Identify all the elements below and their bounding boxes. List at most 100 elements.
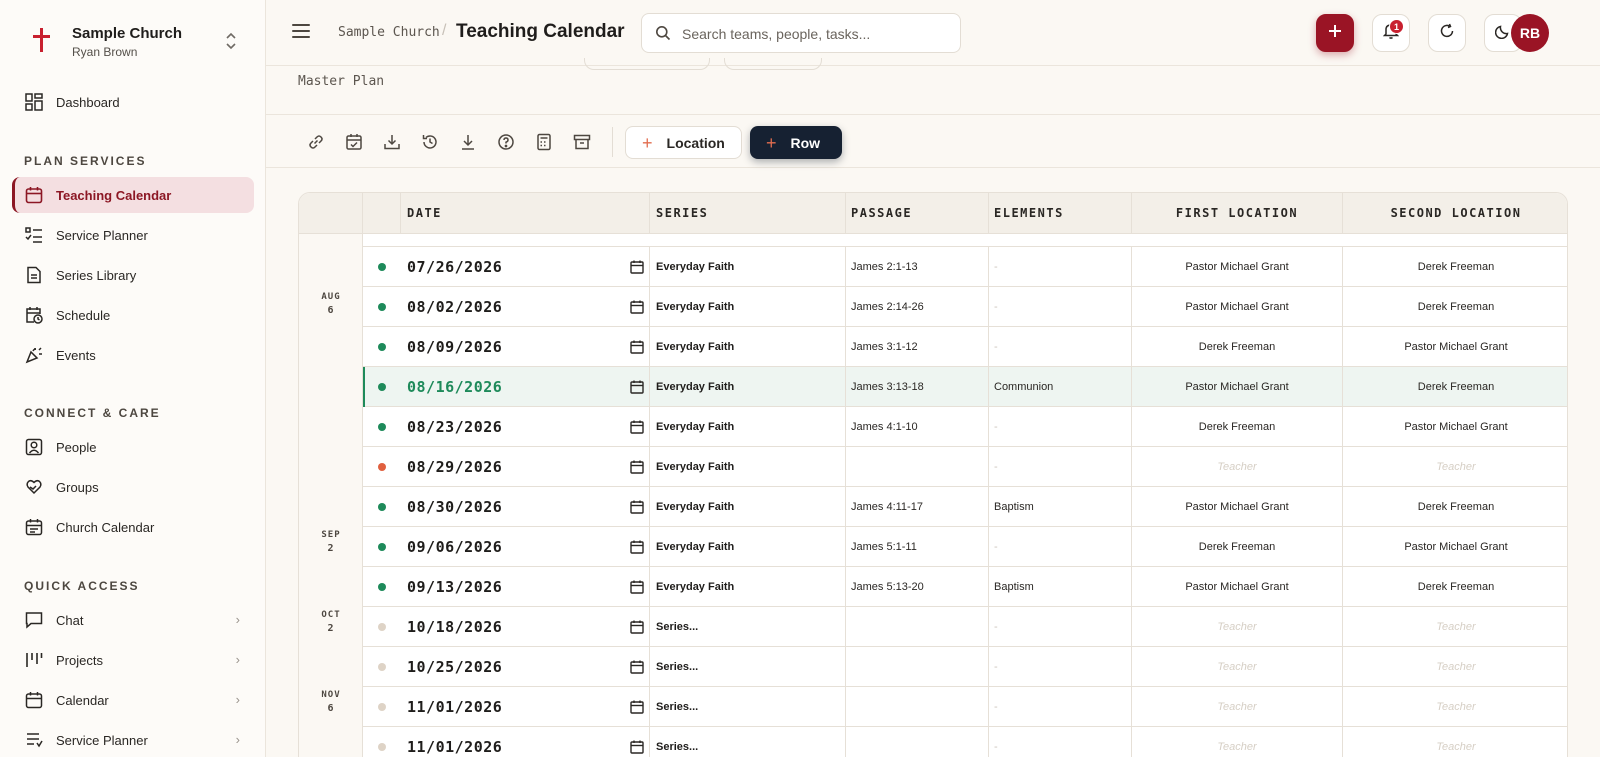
passage-cell[interactable]: James 5:13-20 [846, 567, 989, 607]
refresh-button[interactable] [1428, 14, 1466, 52]
series-cell[interactable]: Everyday Faith [650, 407, 846, 447]
elements-cell[interactable]: - [989, 247, 1132, 287]
passage-cell[interactable]: James 3:13-18 [846, 367, 989, 407]
sidebar-item-calendar[interactable]: Calendar › [12, 682, 254, 718]
series-cell[interactable]: Everyday Faith [650, 367, 846, 407]
calendar-icon[interactable] [630, 420, 644, 439]
passage-cell[interactable] [846, 687, 989, 727]
date-cell[interactable]: 11/01/2026 [401, 727, 650, 757]
header-elements[interactable]: ELEMENTS [989, 193, 1132, 234]
passage-cell[interactable] [846, 647, 989, 687]
calendar-icon[interactable] [630, 500, 644, 519]
first-location-cell[interactable]: Teacher [1132, 647, 1343, 687]
elements-cell[interactable]: - [989, 287, 1132, 327]
first-location-cell[interactable]: Derek Freeman [1132, 407, 1343, 447]
calendar-icon[interactable] [630, 580, 644, 599]
second-location-cell[interactable]: Derek Freeman [1343, 287, 1567, 327]
header-first-location[interactable]: FIRST LOCATION [1132, 193, 1343, 234]
import-icon[interactable] [379, 129, 405, 155]
history-icon[interactable] [417, 129, 443, 155]
first-location-cell[interactable]: Pastor Michael Grant [1132, 567, 1343, 607]
date-cell[interactable]: 09/06/2026 [401, 527, 650, 567]
series-cell[interactable]: Everyday Faith [650, 527, 846, 567]
elements-cell[interactable]: - [989, 727, 1132, 757]
sidebar-item-series-library[interactable]: Series Library [12, 257, 254, 293]
table-row[interactable]: 09/13/2026 Everyday Faith James 5:13-20 Bap… [363, 567, 1567, 607]
table-row[interactable]: 08/16/2026 Everyday Faith James 3:13-18 Com… [363, 367, 1567, 407]
elements-cell[interactable]: Communion [989, 367, 1132, 407]
date-cell[interactable]: 08/16/2026 [401, 367, 650, 407]
passage-cell[interactable]: James 2:14-26 [846, 287, 989, 327]
second-location-cell[interactable]: Teacher [1343, 447, 1567, 487]
second-location-cell[interactable]: Teacher [1343, 687, 1567, 727]
calendar-icon[interactable] [630, 700, 644, 719]
menu-icon[interactable] [292, 24, 310, 40]
series-cell[interactable]: Series... [650, 687, 846, 727]
series-cell[interactable]: Series... [650, 607, 846, 647]
sidebar-item-service-planner[interactable]: Service Planner [12, 217, 254, 253]
first-location-cell[interactable]: Pastor Michael Grant [1132, 247, 1343, 287]
series-cell[interactable]: Everyday Faith [650, 447, 846, 487]
table-row[interactable]: 08/29/2026 Everyday Faith - Teacher Teacher [363, 447, 1567, 487]
first-location-cell[interactable]: Pastor Michael Grant [1132, 367, 1343, 407]
second-location-cell[interactable]: Teacher [1343, 607, 1567, 647]
series-cell[interactable]: Everyday Faith [650, 247, 846, 287]
first-location-cell[interactable]: Pastor Michael Grant [1132, 287, 1343, 327]
table-row[interactable]: 08/23/2026 Everyday Faith James 4:1-10- Der… [363, 407, 1567, 447]
table-row[interactable]: 08/30/2026 Everyday Faith James 4:11-17 Bap… [363, 487, 1567, 527]
date-cell[interactable]: 08/23/2026 [401, 407, 650, 447]
archive-icon[interactable] [569, 129, 595, 155]
second-location-cell[interactable]: Pastor Michael Grant [1343, 407, 1567, 447]
sidebar-item-service-planner-quick[interactable]: Service Planner › [12, 722, 254, 757]
link-icon[interactable] [303, 129, 329, 155]
date-cell[interactable]: 11/01/2026 [401, 687, 650, 727]
date-cell[interactable]: 08/09/2026 [401, 327, 650, 367]
second-location-cell[interactable]: Teacher [1343, 647, 1567, 687]
passage-cell[interactable]: James 5:1-11 [846, 527, 989, 567]
elements-cell[interactable]: Baptism [989, 567, 1132, 607]
sidebar-item-church-calendar[interactable]: Church Calendar [12, 509, 254, 545]
calendar-icon[interactable] [630, 660, 644, 679]
header-passage[interactable]: PASSAGE [846, 193, 989, 234]
search-input[interactable] [682, 23, 942, 45]
second-location-cell[interactable]: Pastor Michael Grant [1343, 527, 1567, 567]
sidebar-item-people[interactable]: People [12, 429, 254, 465]
elements-cell[interactable]: - [989, 327, 1132, 367]
passage-cell[interactable] [846, 727, 989, 757]
calendar-icon[interactable] [630, 740, 644, 757]
table-row[interactable]: 11/01/2026 Series... - Teacher Teacher [363, 687, 1567, 727]
header-date[interactable]: DATE [401, 193, 650, 234]
passage-cell[interactable]: James 4:11-17 [846, 487, 989, 527]
passage-cell[interactable] [846, 607, 989, 647]
breadcrumb-root[interactable]: Sample Church [338, 25, 440, 40]
first-location-cell[interactable]: Derek Freeman [1132, 327, 1343, 367]
table-row[interactable]: 08/02/2026 Everyday Faith James 2:14-26- Pa… [363, 287, 1567, 327]
series-cell[interactable]: Series... [650, 727, 846, 757]
elements-cell[interactable]: - [989, 687, 1132, 727]
calendar-icon[interactable] [630, 540, 644, 559]
second-location-cell[interactable]: Derek Freeman [1343, 487, 1567, 527]
date-cell[interactable]: 10/25/2026 [401, 647, 650, 687]
elements-cell[interactable]: - [989, 647, 1132, 687]
first-location-cell[interactable]: Teacher [1132, 447, 1343, 487]
calendar-icon[interactable] [630, 300, 644, 319]
date-cell[interactable]: 10/18/2026 [401, 607, 650, 647]
first-location-cell[interactable]: Teacher [1132, 727, 1343, 757]
second-location-cell[interactable]: Derek Freeman [1343, 247, 1567, 287]
notifications-button[interactable]: 1 [1372, 14, 1410, 52]
elements-cell[interactable]: - [989, 527, 1132, 567]
date-cell[interactable]: 08/02/2026 [401, 287, 650, 327]
table-row[interactable]: 11/01/2026 Series... - Teacher Teacher [363, 727, 1567, 757]
passage-cell[interactable]: James 4:1-10 [846, 407, 989, 447]
first-location-cell[interactable]: Pastor Michael Grant [1132, 487, 1343, 527]
series-cell[interactable]: Everyday Faith [650, 287, 846, 327]
sidebar-item-chat[interactable]: Chat › [12, 602, 254, 638]
calendar-icon[interactable] [630, 340, 644, 359]
second-location-cell[interactable]: Teacher [1343, 727, 1567, 757]
create-button[interactable] [1316, 14, 1354, 52]
date-cell[interactable]: 08/29/2026 [401, 447, 650, 487]
table-row[interactable]: 10/25/2026 Series... - Teacher Teacher [363, 647, 1567, 687]
elements-cell[interactable]: - [989, 447, 1132, 487]
calendar-check-icon[interactable] [341, 129, 367, 155]
avatar[interactable]: RB [1511, 14, 1549, 52]
